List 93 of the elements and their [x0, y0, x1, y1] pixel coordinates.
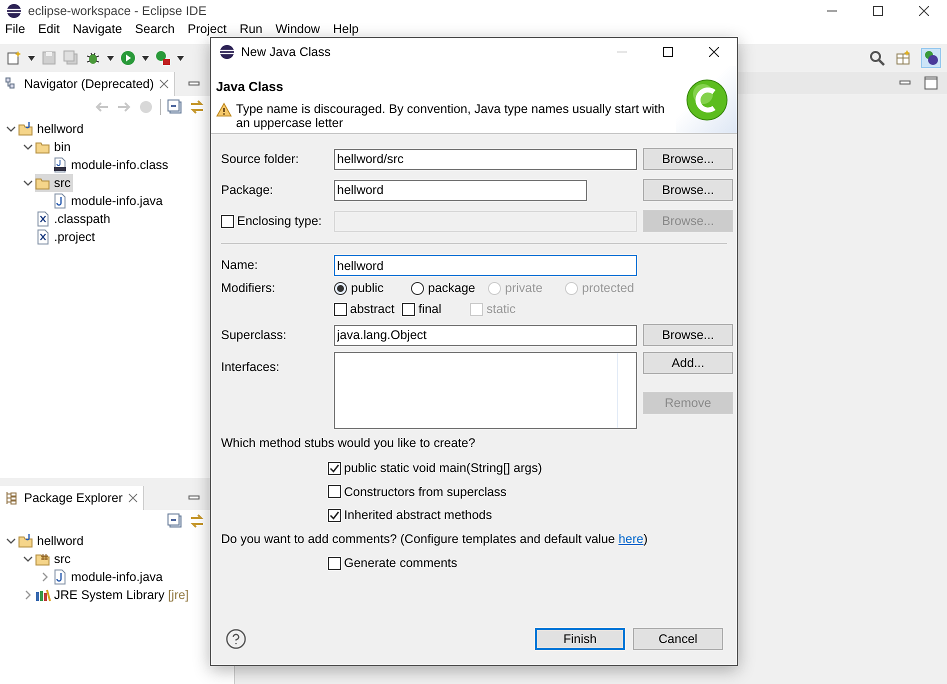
tree-item[interactable]: .classpath	[35, 210, 112, 228]
bug-icon[interactable]	[85, 50, 101, 66]
link-arrows-icon[interactable]	[189, 513, 205, 529]
field-label: Name:	[221, 257, 259, 274]
x-file-icon	[35, 229, 51, 245]
text-field[interactable]: hellword	[334, 180, 587, 200]
radio-button[interactable]: public	[334, 279, 411, 298]
maximize-icon	[873, 6, 883, 16]
menu-item[interactable]: File	[5, 22, 26, 36]
menu-item[interactable]: Project	[188, 22, 227, 36]
text-field[interactable]: hellword/src	[334, 148, 637, 170]
tree-item[interactable]: module-info.class	[52, 156, 170, 174]
menu-item[interactable]: Edit	[38, 22, 60, 36]
eclipse-logo-icon	[6, 3, 22, 19]
field-label: Package:	[221, 182, 274, 199]
perspective-icon	[923, 50, 939, 66]
collapse-all-icon[interactable]	[167, 99, 183, 115]
dialog-button[interactable]: Browse...	[643, 148, 733, 170]
tree-item[interactable]: module-info.java	[52, 192, 165, 210]
field-label: Modifiers:	[221, 280, 276, 298]
checkbox[interactable]: Inherited abstract methods	[328, 506, 727, 525]
field-label: Source folder:	[221, 150, 300, 168]
interfaces-list[interactable]	[334, 352, 637, 429]
check-icon	[329, 510, 340, 522]
checkbox[interactable]: Constructors from superclass	[328, 482, 727, 502]
dropdown-caret-icon	[142, 56, 149, 60]
checkbox[interactable]: final	[402, 300, 462, 319]
library-icon	[35, 587, 51, 603]
dropdown-caret-icon	[28, 56, 35, 60]
dialog-title: New Java Class	[241, 44, 331, 61]
close-icon	[709, 47, 719, 57]
dialog-button[interactable]: Add...	[643, 352, 733, 374]
menu-item[interactable]: Window	[276, 22, 320, 36]
close-icon	[919, 6, 929, 16]
window-title: eclipse-workspace - Eclipse IDE	[28, 2, 207, 20]
dialog-button[interactable]: Cancel	[633, 628, 723, 650]
menu-item[interactable]: Search	[135, 22, 175, 36]
check-icon	[329, 462, 340, 474]
tree-item[interactable]: JRE System Library [jre]	[35, 586, 191, 604]
checkbox[interactable]: public static void main(String[] args)	[328, 458, 727, 478]
search-icon[interactable]	[869, 50, 885, 66]
view-tab[interactable]: Package Explorer	[0, 486, 144, 510]
dropdown-caret-icon	[177, 56, 184, 60]
dialog-button[interactable]: Browse...	[643, 324, 733, 346]
close-icon	[126, 492, 139, 504]
help-icon[interactable]	[225, 628, 247, 650]
open-perspective-icon[interactable]	[895, 50, 911, 66]
menu-item[interactable]: Navigate	[72, 22, 122, 36]
class-file-icon	[52, 157, 68, 173]
java-file-icon	[52, 193, 68, 209]
java-perspective-button[interactable]	[921, 48, 941, 68]
text-field[interactable]: java.lang.Object	[334, 324, 637, 346]
tree-item[interactable]: bin	[35, 138, 73, 156]
menu-item[interactable]: Run	[240, 22, 262, 36]
warning-icon	[216, 102, 232, 118]
run-icon[interactable]	[120, 50, 136, 66]
tree-item[interactable]: module-info.java	[52, 568, 165, 586]
radio-button[interactable]: package	[411, 279, 488, 298]
class-logo-icon	[684, 78, 728, 122]
checkbox[interactable]: Generate comments	[328, 554, 727, 572]
dropdown-caret-icon	[107, 56, 114, 60]
field-label: Interfaces:	[221, 359, 280, 376]
warning-message: Type name is discouraged. By convention, Java type names usually start with an uppercase letter	[236, 102, 666, 130]
tree-item[interactable]: src	[35, 550, 73, 568]
project-folder-icon	[18, 533, 34, 549]
checkbox[interactable]: Enclosing type:	[221, 212, 328, 230]
link-arrows-icon[interactable]	[189, 99, 205, 115]
checkbox[interactable]: abstract	[334, 300, 394, 319]
menu-item[interactable]: Help	[332, 22, 359, 36]
project-folder-icon	[18, 121, 34, 137]
tree-item[interactable]: src	[35, 174, 73, 192]
comments-question: Do you want to add comments? (Configure templates and default value here)	[221, 531, 649, 548]
maximize-icon[interactable]	[923, 75, 939, 91]
templates-link[interactable]: here	[618, 532, 644, 546]
view-tab[interactable]: Navigator (Deprecated)	[0, 72, 175, 96]
x-file-icon	[35, 211, 51, 227]
maximize-icon	[663, 47, 673, 57]
dialog-button[interactable]: Finish	[535, 628, 625, 650]
stubs-question: Which method stubs would you like to create?	[221, 435, 476, 452]
dialog-button[interactable]: Browse...	[643, 179, 733, 201]
dialog-heading: Java Class	[216, 78, 284, 96]
tree-item[interactable]: hellword	[18, 532, 86, 550]
tree-item[interactable]: hellword	[18, 120, 86, 138]
run-tools-icon[interactable]	[155, 50, 171, 66]
new-file-icon[interactable]	[6, 50, 22, 66]
collapse-all-icon[interactable]	[167, 513, 183, 529]
package-folder-icon	[35, 551, 51, 567]
tree-item[interactable]: .project	[35, 228, 97, 246]
java-file-icon	[52, 569, 68, 585]
field-label: Superclass:	[221, 326, 288, 344]
eclipse-logo-icon	[219, 44, 235, 60]
text-field[interactable]: hellword	[334, 255, 637, 276]
close-icon	[158, 78, 170, 90]
